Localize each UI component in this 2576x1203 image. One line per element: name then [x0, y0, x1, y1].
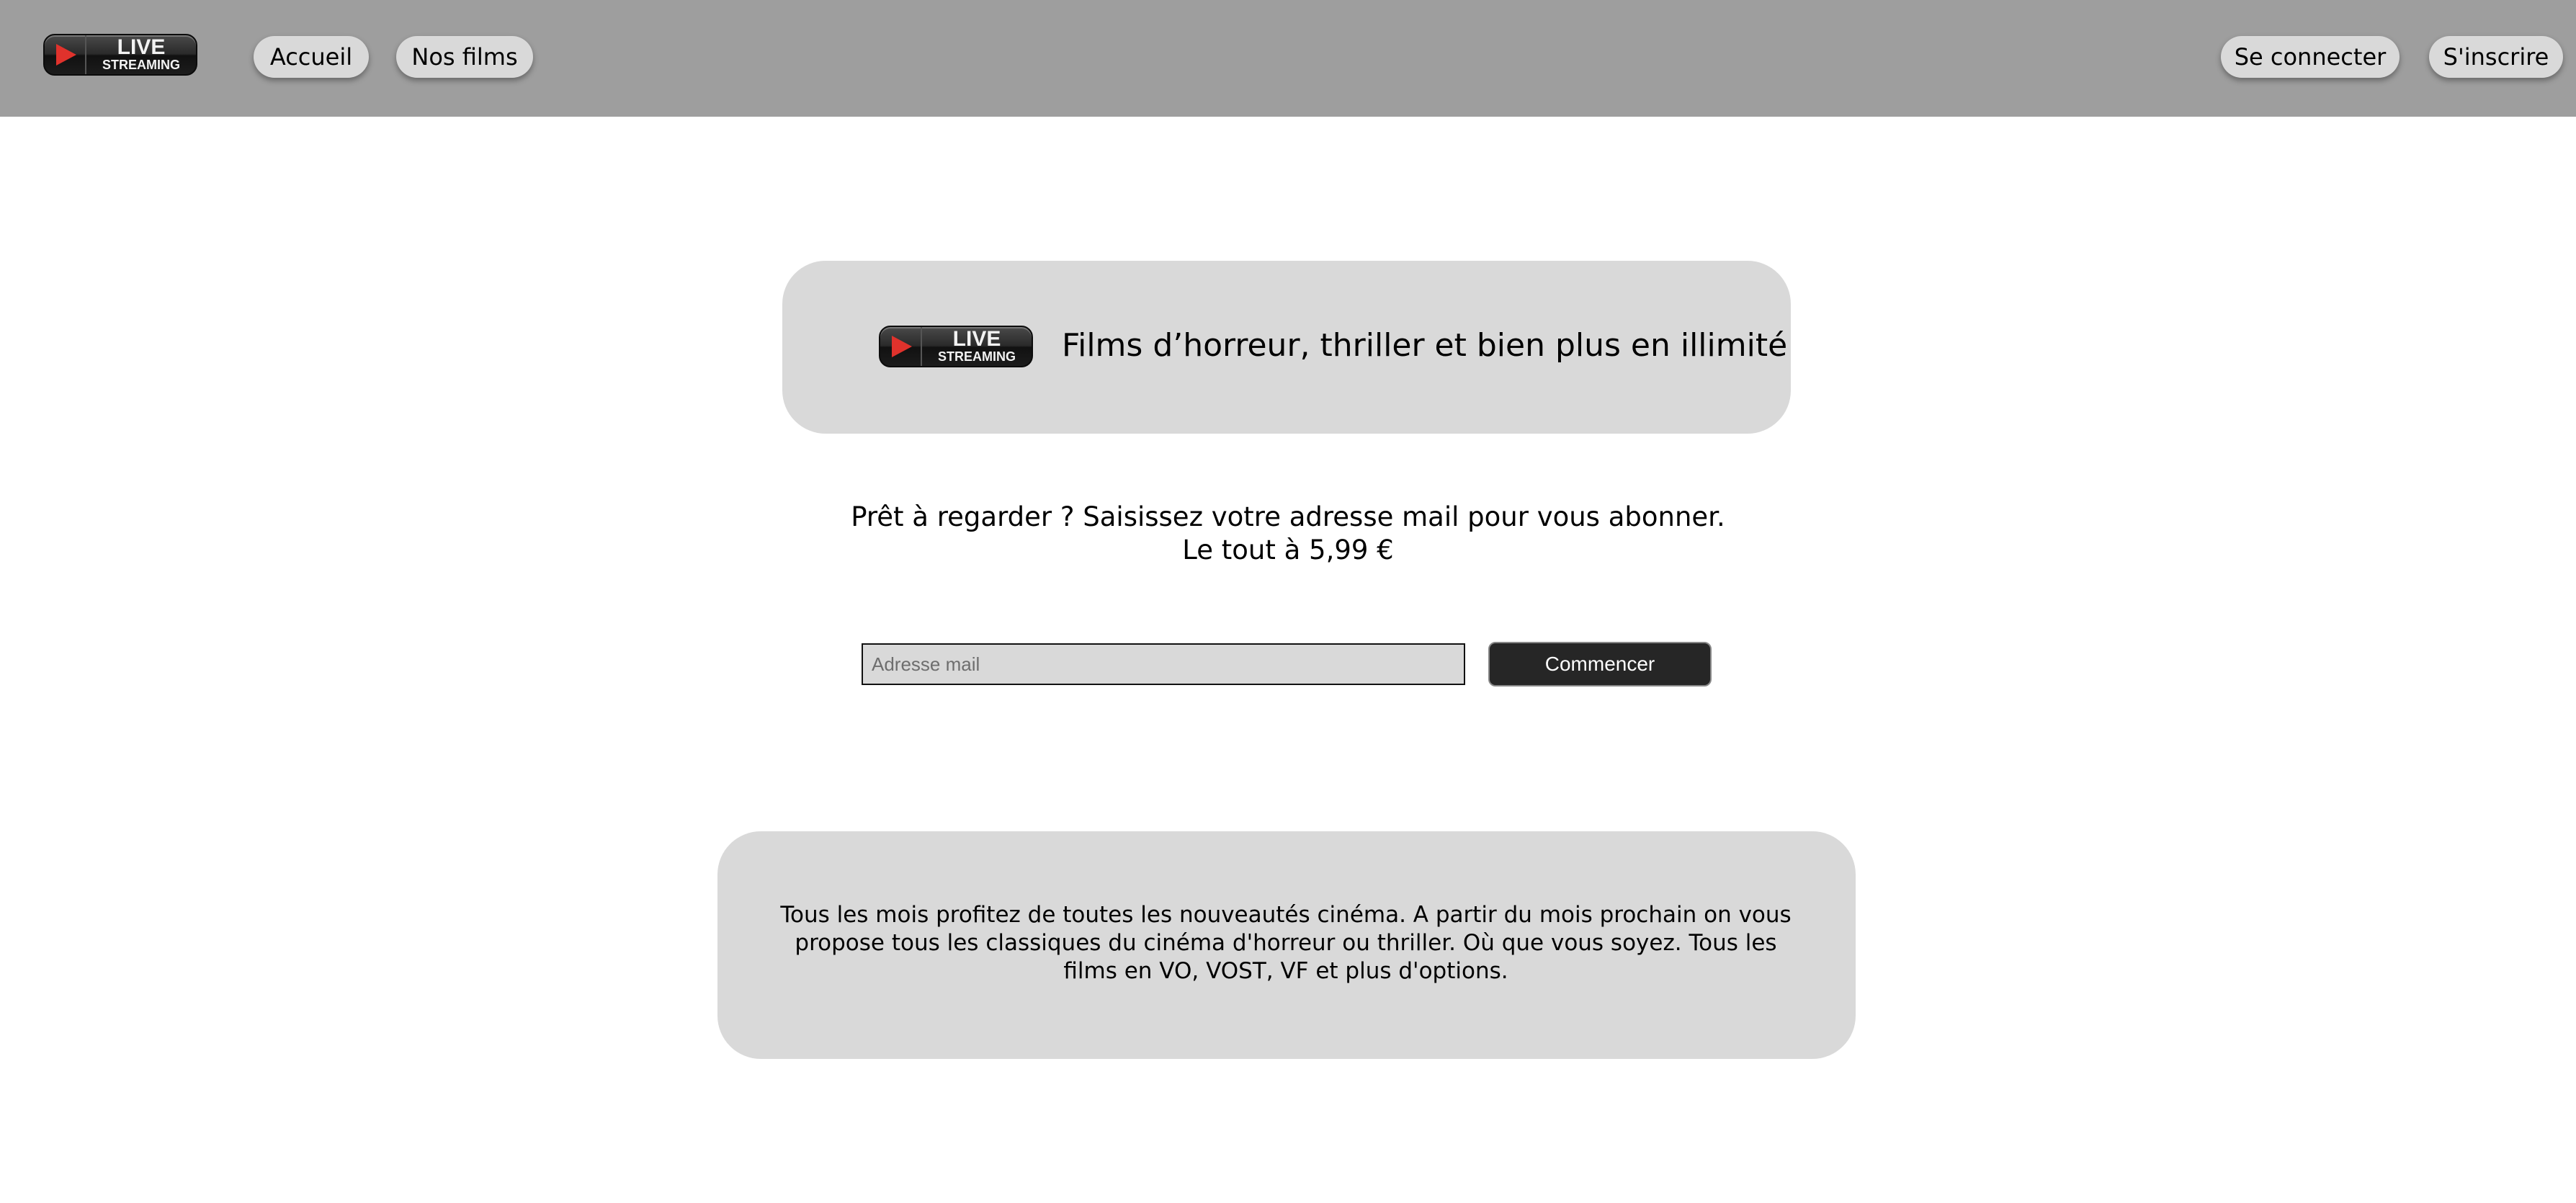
- logo-live-text: LIVE: [952, 327, 1001, 351]
- nav-accueil-button[interactable]: Accueil: [254, 36, 369, 78]
- info-text: Tous les mois profitez de toutes les nou…: [780, 902, 1792, 984]
- top-navbar: LIVE STREAMING Accueil Nos films Se conn…: [0, 0, 2576, 117]
- hero-logo: LIVE STREAMING: [879, 326, 1033, 367]
- cta-text: Prêt à regarder ? Saisissez votre adress…: [784, 501, 1792, 567]
- logo-live-text: LIVE: [117, 35, 166, 59]
- nav-nos-films-button[interactable]: Nos films: [396, 36, 533, 78]
- signup-button[interactable]: S'inscrire: [2429, 36, 2563, 78]
- logo-streaming-text: STREAMING: [102, 58, 180, 72]
- cta-line-2: Le tout à 5,99 €: [1182, 535, 1394, 565]
- cta-line-1: Prêt à regarder ? Saisissez votre adress…: [851, 501, 1725, 532]
- email-input[interactable]: [862, 643, 1465, 685]
- hero-title: Films d’horreur, thriller et bien plus e…: [1062, 327, 1788, 364]
- play-icon: [56, 44, 76, 66]
- live-streaming-logo[interactable]: LIVE STREAMING: [43, 34, 197, 76]
- logo-streaming-text: STREAMING: [938, 349, 1016, 364]
- login-button[interactable]: Se connecter: [2221, 36, 2400, 78]
- play-icon: [892, 336, 912, 357]
- start-button[interactable]: Commencer: [1488, 642, 1712, 687]
